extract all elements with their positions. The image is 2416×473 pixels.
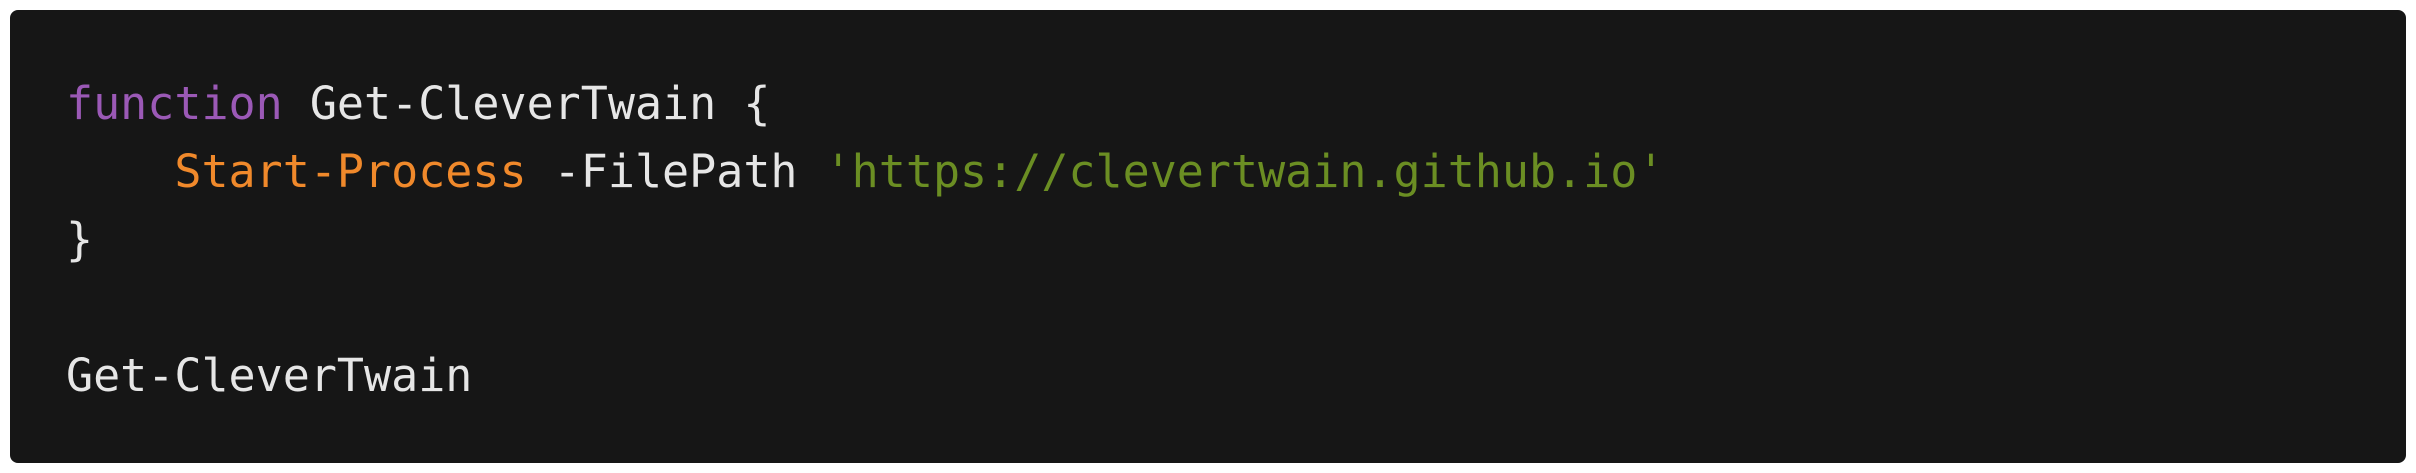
function-keyword: function <box>66 77 283 130</box>
closing-brace: } <box>66 213 94 266</box>
function-call: Get-CleverTwain <box>66 349 473 402</box>
url-string: 'https://clevertwain.github.io' <box>824 145 1665 198</box>
code-line-3: } <box>66 206 2406 274</box>
code-line-2: Start-Process -FilePath 'https://clevert… <box>66 138 2406 206</box>
start-process-command: Start-Process <box>174 145 527 198</box>
filepath-parameter: -FilePath <box>526 145 825 198</box>
code-line-5: Get-CleverTwain <box>66 342 2406 410</box>
code-line-1: function Get-CleverTwain { <box>66 70 2406 138</box>
code-block: function Get-CleverTwain { Start-Process… <box>10 10 2406 463</box>
function-name: Get-CleverTwain { <box>282 77 771 130</box>
